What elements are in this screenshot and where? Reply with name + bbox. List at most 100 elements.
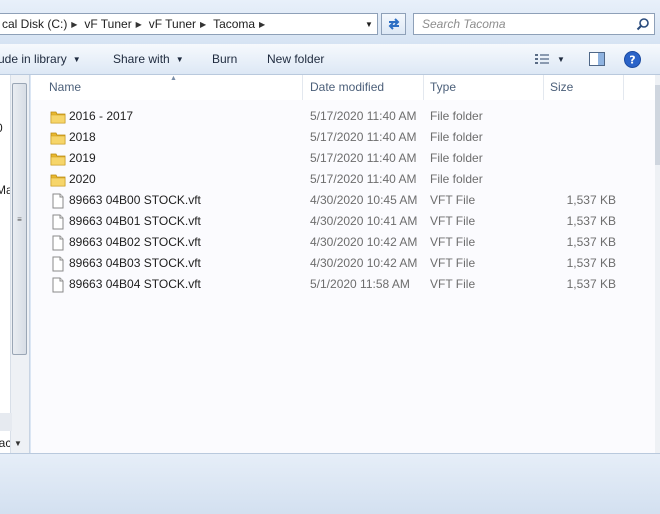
search-box[interactable] (413, 13, 655, 35)
folder-icon (50, 151, 66, 167)
file-type: File folder (430, 151, 483, 165)
breadcrumb-item-local-disk[interactable]: cal Disk (C:) ▶ (0, 14, 81, 34)
refresh-button[interactable] (381, 13, 406, 35)
preview-pane-button[interactable] (589, 44, 605, 74)
file-date-modified: 5/17/2020 11:40 AM (310, 109, 417, 123)
list-item[interactable]: 2016 - 2017 5/17/2020 11:40 AM File folder (31, 106, 655, 127)
file-type: File folder (430, 130, 483, 144)
file-type: VFT File (430, 277, 476, 291)
column-label: Name (49, 80, 82, 94)
navigation-horizontal-scrollbar[interactable] (0, 413, 12, 431)
details-pane (0, 453, 660, 514)
file-icon (50, 214, 66, 230)
column-header-size[interactable]: Size (542, 75, 624, 100)
file-size (551, 127, 616, 148)
view-options-dropdown[interactable]: ▼ (557, 44, 565, 74)
folder-icon (50, 130, 66, 146)
file-name: 89663 04B04 STOCK.vft (69, 277, 201, 291)
share-with-button[interactable]: Share with ▼ (113, 44, 184, 74)
file-size: 1,537 KB (566, 277, 616, 291)
file-date-modified: 4/30/2020 10:41 AM (310, 214, 418, 228)
column-header: ▲ Name Date modified Type Size (31, 75, 655, 100)
search-icon[interactable] (634, 15, 652, 33)
breadcrumb-item-vf-tuner-sub[interactable]: vF Tuner ▶ (146, 14, 210, 34)
file-date-modified: 5/17/2020 11:40 AM (310, 172, 417, 186)
burn-label: Burn (212, 52, 238, 66)
file-name: 89663 04B03 STOCK.vft (69, 256, 201, 270)
breadcrumb-label: cal Disk (C:) (2, 17, 68, 31)
chevron-right-icon[interactable]: ▶ (132, 20, 146, 29)
change-view-button[interactable] (534, 44, 550, 74)
include-in-library-label: ude in library (0, 52, 67, 66)
file-date-modified: 4/30/2020 10:42 AM (310, 235, 418, 249)
command-bar: ude in library ▼ Share with ▼ Burn New f… (0, 44, 660, 75)
scrollbar-thumb[interactable]: ≡ (12, 83, 27, 355)
breadcrumb-label: Tacoma (213, 17, 256, 31)
file-size (551, 169, 616, 190)
share-with-label: Share with (113, 52, 170, 66)
file-type: VFT File (430, 235, 476, 249)
list-item[interactable]: 2018 5/17/2020 11:40 AM File folder (31, 127, 655, 148)
column-header-type[interactable]: Type (422, 75, 544, 100)
breadcrumb-item-vf-tuner[interactable]: vF Tuner ▶ (81, 14, 145, 34)
column-header-name[interactable]: Name (41, 75, 303, 100)
new-folder-button[interactable]: New folder (267, 44, 324, 74)
nav-item-fragment[interactable]: 0 (0, 121, 3, 135)
chevron-right-icon[interactable]: ▶ (67, 20, 81, 29)
file-size: 1,537 KB (566, 256, 616, 270)
file-size: 1,537 KB (566, 193, 616, 207)
column-label: Type (430, 80, 457, 94)
breadcrumb-item-tacoma[interactable]: Tacoma ▶ (210, 14, 269, 34)
list-item[interactable]: 89663 04B03 STOCK.vft 4/30/2020 10:42 AM V… (31, 253, 655, 274)
file-name: 2020 (69, 172, 96, 186)
file-type: File folder (430, 109, 483, 123)
file-date-modified: 5/17/2020 11:40 AM (310, 151, 417, 165)
include-in-library-button[interactable]: ude in library ▼ (0, 44, 81, 74)
list-item[interactable]: 89663 04B04 STOCK.vft 5/1/2020 11:58 AM VF… (31, 274, 655, 295)
list-item[interactable]: 2020 5/17/2020 11:40 AM File folder (31, 169, 655, 190)
breadcrumb-label: vF Tuner (84, 17, 132, 31)
help-button[interactable]: ? (624, 44, 641, 74)
file-date-modified: 5/1/2020 11:58 AM (310, 277, 410, 291)
column-label: Size (550, 80, 574, 94)
file-date-modified: 4/30/2020 10:45 AM (310, 193, 418, 207)
file-name: 2019 (69, 151, 96, 165)
preview-pane-icon (589, 52, 605, 66)
column-header-date-modified[interactable]: Date modified (302, 75, 424, 100)
help-icon: ? (624, 50, 641, 68)
file-list: ▲ Name Date modified Type Size 2016 - 20… (31, 75, 655, 453)
chevron-right-icon[interactable]: ▶ (196, 20, 210, 29)
file-name: 89663 04B01 STOCK.vft (69, 214, 201, 228)
file-type: VFT File (430, 214, 476, 228)
scrollbar-thumb[interactable] (655, 85, 660, 165)
scroll-down-arrow-icon[interactable]: ▼ (14, 439, 22, 448)
navigation-vertical-scrollbar[interactable]: ≡ ▼ (10, 75, 29, 453)
folder-icon (50, 172, 66, 188)
file-icon (50, 256, 66, 272)
file-size (551, 106, 616, 127)
chevron-right-icon[interactable]: ▶ (255, 20, 269, 29)
list-item[interactable]: 89663 04B00 STOCK.vft 4/30/2020 10:45 AM V… (31, 190, 655, 211)
address-history-dropdown-button[interactable]: ▼ (361, 14, 377, 34)
file-name: 2018 (69, 130, 96, 144)
file-name: 89663 04B00 STOCK.vft (69, 193, 201, 207)
address-bar[interactable]: cal Disk (C:) ▶ vF Tuner ▶ vF Tuner ▶ Ta… (0, 13, 378, 35)
list-item[interactable]: 89663 04B01 STOCK.vft 4/30/2020 10:41 AM V… (31, 211, 655, 232)
chevron-down-icon: ▼ (557, 54, 565, 64)
file-type: VFT File (430, 193, 476, 207)
file-icon (50, 277, 66, 293)
file-size: 1,537 KB (566, 235, 616, 249)
burn-button[interactable]: Burn (212, 44, 237, 74)
search-input[interactable] (414, 14, 629, 34)
column-label: Date modified (310, 80, 385, 94)
file-icon (50, 193, 66, 209)
chevron-down-icon: ▼ (175, 54, 184, 64)
folder-icon (50, 109, 66, 125)
file-type: File folder (430, 172, 483, 186)
chevron-down-icon: ▼ (365, 19, 373, 29)
list-item[interactable]: 89663 04B02 STOCK.vft 4/30/2020 10:42 AM V… (31, 232, 655, 253)
navigation-pane: 0 Ma lac ≡ ▼ (0, 75, 30, 453)
list-item[interactable]: 2019 5/17/2020 11:40 AM File folder (31, 148, 655, 169)
file-name: 2016 - 2017 (69, 109, 134, 123)
file-date-modified: 4/30/2020 10:42 AM (310, 256, 418, 270)
